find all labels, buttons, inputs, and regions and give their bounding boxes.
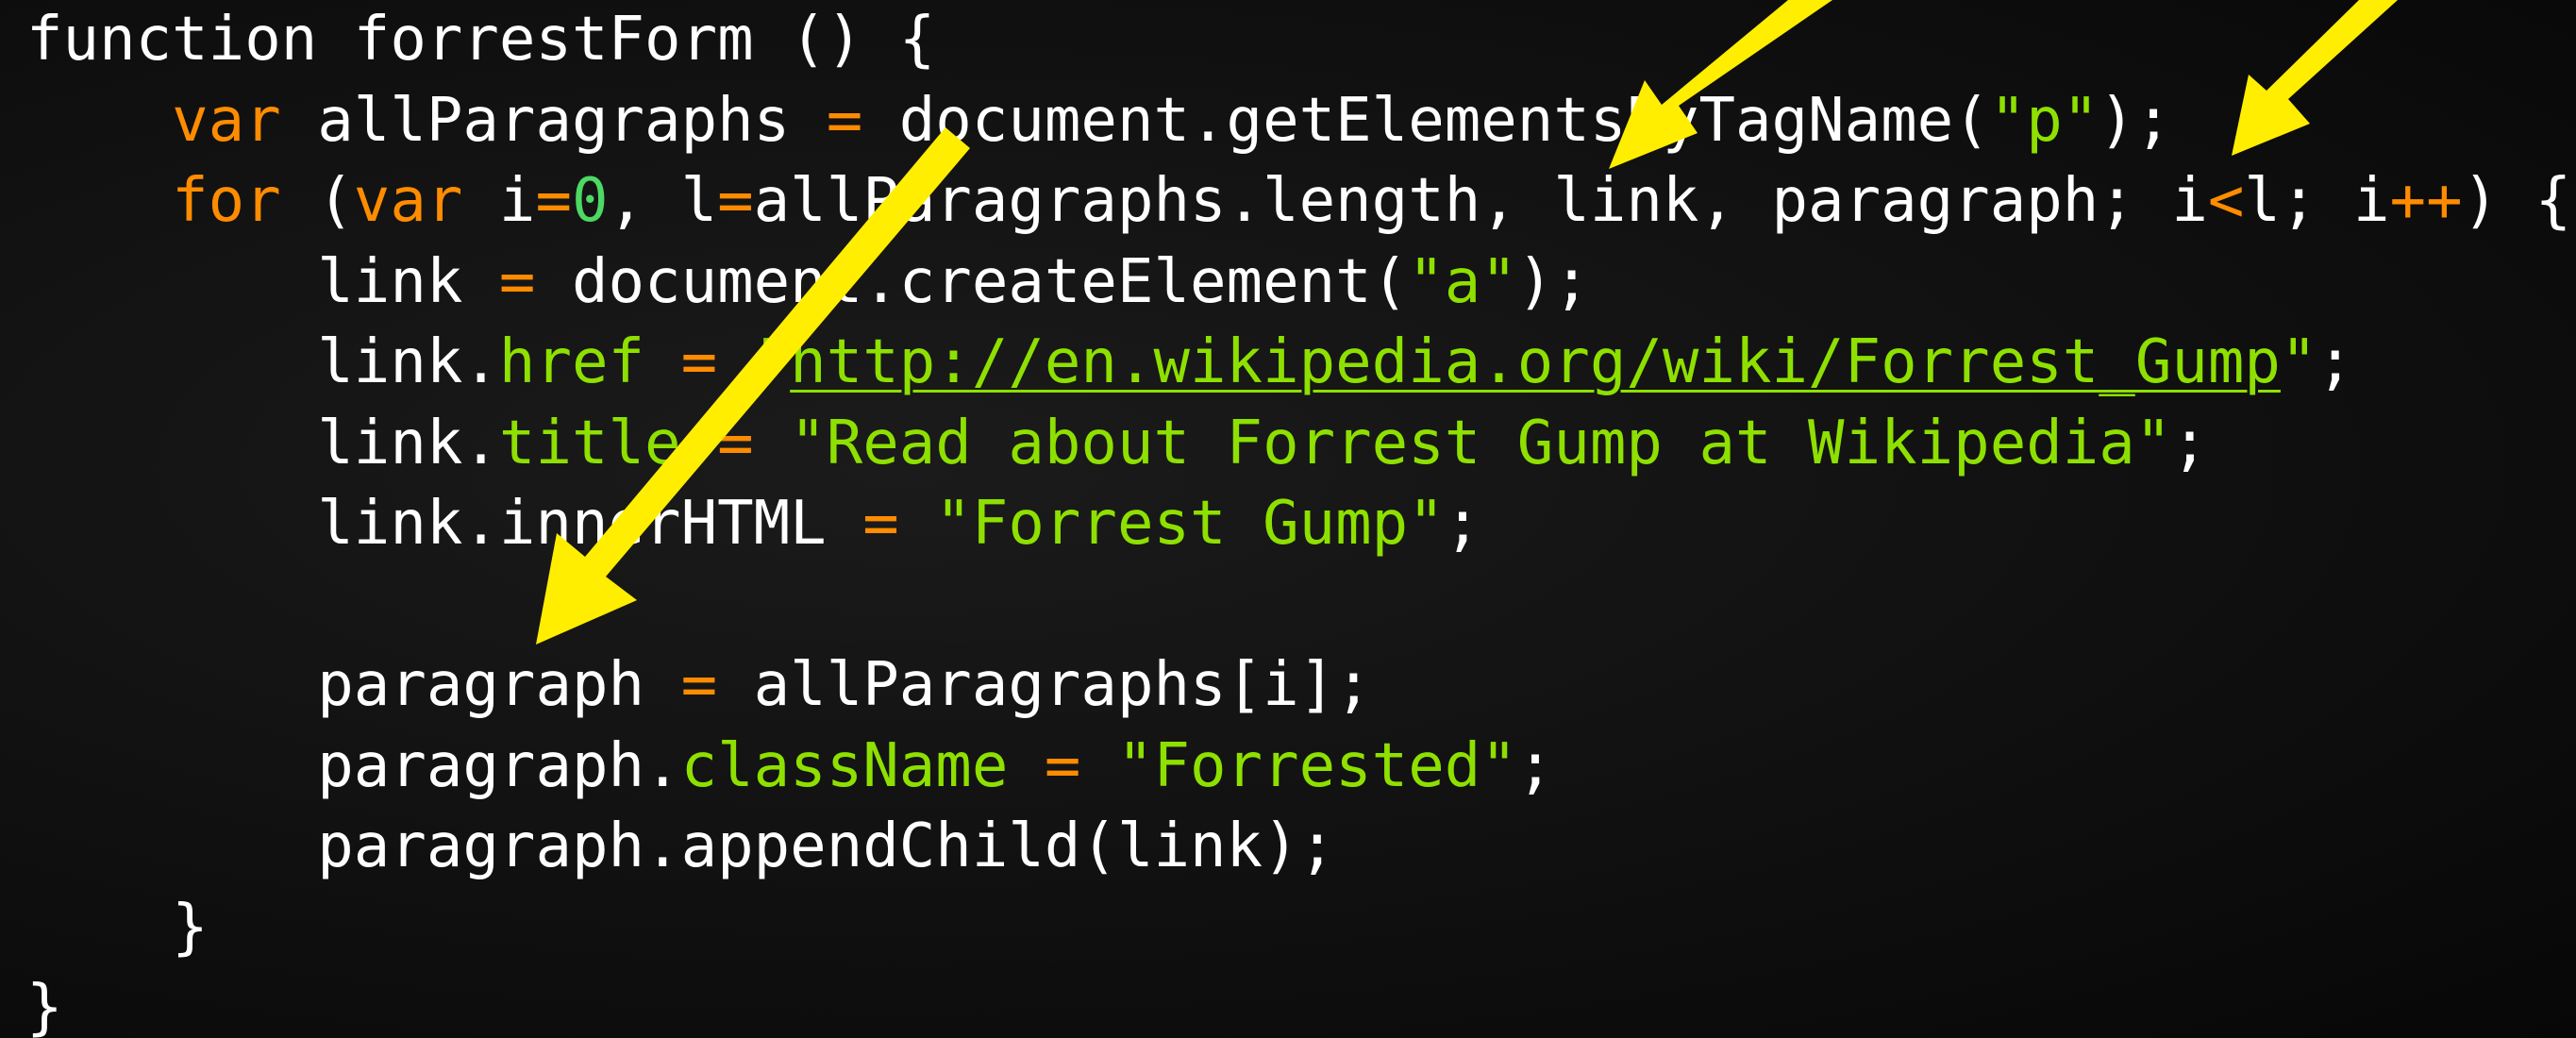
code-line: }	[26, 968, 2571, 1038]
code-line: var allParagraphs = document.getElements…	[26, 81, 2571, 162]
code-line: paragraph.className = "Forrested";	[26, 727, 2571, 808]
code-token: }	[26, 892, 209, 963]
code-token: "Forrested"	[1080, 730, 1517, 801]
code-token: paragraph.appendChild(link);	[26, 812, 1336, 881]
code-token: }	[26, 973, 63, 1038]
code-token: l; i	[2244, 166, 2390, 236]
code-token: var	[353, 166, 463, 236]
code-token: "p"	[1989, 85, 2099, 156]
code-token: allParagraphs	[280, 85, 827, 156]
code-line: paragraph.appendChild(link);	[26, 807, 2571, 888]
code-token: =	[717, 408, 754, 478]
code-token: =	[680, 327, 718, 397]
code-token: paragraph	[26, 650, 681, 720]
code-token: title	[498, 408, 681, 478]
code-token: ;	[2171, 408, 2208, 478]
code-token: ) {	[2462, 166, 2572, 236]
code-token: paragraph.	[26, 730, 681, 801]
code-token: 0	[571, 166, 609, 236]
code-token: link.	[26, 327, 499, 397]
code-block: function forrestForm () { var allParagra…	[26, 0, 2571, 1038]
code-token: =	[1044, 730, 1081, 801]
code-token: (	[280, 166, 354, 236]
code-token: link.innerHTML	[26, 489, 863, 559]
code-token: function	[26, 5, 318, 75]
code-token: i	[462, 166, 536, 236]
code-token: http://en.wikipedia.org/wiki/Forrest_Gum…	[790, 327, 2281, 397]
code-token: ;	[1444, 489, 1481, 559]
code-token: ++	[2389, 166, 2463, 236]
code-line: }	[26, 888, 2571, 969]
code-token: "Read about Forrest Gump at Wikipedia"	[753, 408, 2172, 478]
code-token: =	[717, 166, 754, 236]
code-token: for	[172, 166, 281, 236]
code-token: =	[680, 650, 718, 720]
code-token: );	[1516, 246, 1590, 317]
code-token: "	[717, 327, 791, 397]
code-line: paragraph = allParagraphs[i];	[26, 645, 2571, 727]
code-line: for (var i=0, l=allParagraphs.length, li…	[26, 161, 2571, 243]
code-token: ;	[1516, 730, 1554, 801]
code-token: );	[2099, 85, 2172, 156]
code-token: =	[535, 166, 572, 236]
code-token: <	[2207, 166, 2245, 236]
code-token: ;	[2317, 327, 2353, 397]
slide: function forrestForm () { var allParagra…	[0, 0, 2576, 1038]
code-token: "Forrest Gump"	[898, 489, 1445, 559]
code-line: link.title = "Read about Forrest Gump at…	[26, 404, 2571, 485]
code-line: link.innerHTML = "Forrest Gump";	[26, 484, 2571, 565]
code-line: function forrestForm () {	[26, 0, 2571, 81]
code-line: link = document.createElement("a");	[26, 243, 2571, 324]
code-token: "	[2280, 327, 2317, 397]
code-token: forrestForm () {	[317, 5, 936, 75]
code-token: href	[498, 327, 645, 397]
code-token: "a"	[1408, 246, 1517, 317]
code-token: =	[498, 246, 536, 317]
code-line: link.href = "http://en.wikipedia.org/wik…	[26, 323, 2571, 404]
code-token: link	[26, 246, 499, 317]
code-token: className	[680, 730, 1009, 801]
code-token: =	[862, 489, 899, 559]
code-token: allParagraphs[i];	[717, 650, 1372, 720]
code-token: document.createElement(	[535, 246, 1409, 317]
code-token: link.	[26, 408, 499, 478]
code-token: document.getElementsByTagName(	[862, 85, 1990, 156]
code-token: var	[172, 85, 281, 156]
code-token: allParagraphs.length, link, paragraph; i	[753, 166, 2208, 236]
code-token: =	[826, 85, 863, 156]
code-token: , l	[608, 166, 718, 236]
